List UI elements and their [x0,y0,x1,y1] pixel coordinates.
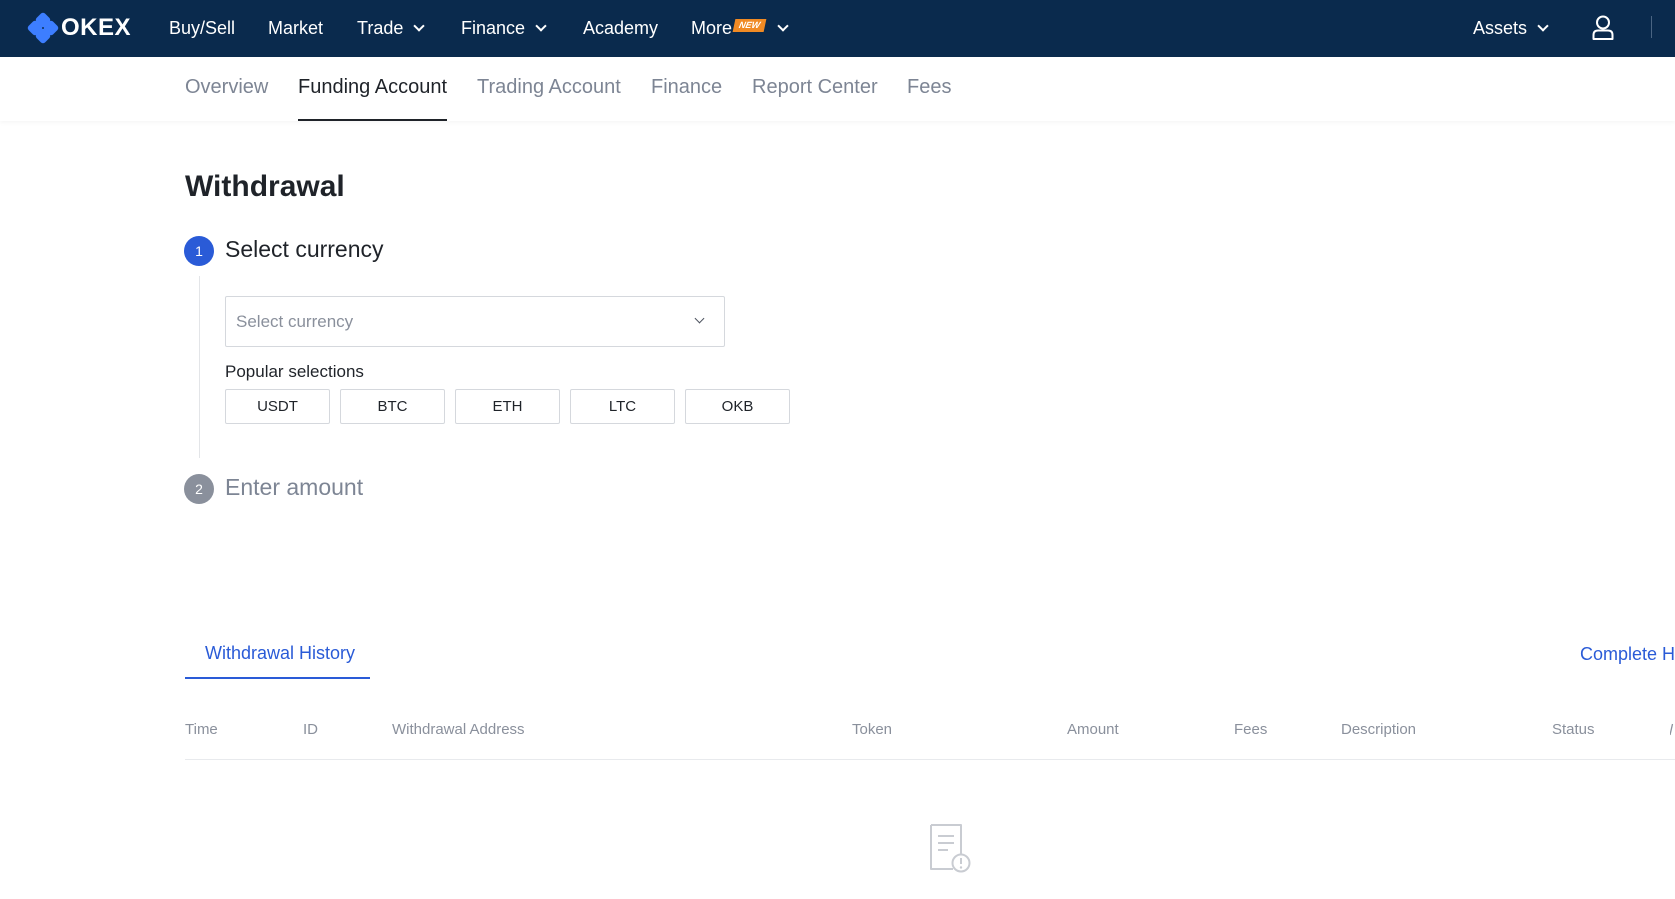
column-header-time: Time [185,721,218,738]
page-title: Withdrawal [185,170,345,203]
tab-report-center[interactable]: Report Center [752,76,878,99]
step-connector-line [199,276,200,458]
currency-select[interactable]: Select currency [225,296,725,347]
complete-history-link[interactable]: Complete Hi [1580,644,1675,665]
step-1-title: Select currency [225,236,384,262]
column-header-truncated [1670,723,1674,736]
currency-select-placeholder: Select currency [236,311,354,331]
tab-finance[interactable]: Finance [651,76,722,99]
currency-chip-eth[interactable]: ETH [455,389,560,424]
table-header-divider [185,759,1675,760]
column-header-withdrawal-address: Withdrawal Address [392,721,525,738]
nav-finance[interactable]: Finance [461,17,547,39]
column-header-token: Token [852,721,893,738]
okex-logo-icon [26,11,60,45]
nav-academy[interactable]: Academy [583,17,658,39]
currency-chip-btc[interactable]: BTC [340,389,445,424]
tab-trading-account[interactable]: Trading Account [477,76,621,99]
history-tab-indicator [185,677,370,679]
account-subnav: Overview Funding Account Trading Account… [0,57,1675,121]
chevron-down-icon [413,19,426,32]
step-2-indicator: 2 [184,474,214,504]
nav-assets[interactable]: Assets [1473,17,1549,39]
chevron-down-icon [1537,19,1549,32]
column-header-fees: Fees [1234,721,1268,738]
nav-finance-label: Finance [461,17,526,38]
tab-withdrawal-history[interactable]: Withdrawal History [205,643,355,664]
chevron-down-icon [535,19,547,32]
step-2-title: Enter amount [225,474,364,500]
chevron-down-icon [777,19,789,32]
nav-buy-sell[interactable]: Buy/Sell [169,17,235,39]
logo-text: OKEX [61,14,132,41]
top-navigation-bar: OKEX Buy/Sell Market Trade Finance Acade… [0,0,1675,57]
nav-buy-sell-label: Buy/Sell [169,17,236,38]
tab-fees[interactable]: Fees [907,76,951,99]
empty-document-icon [930,824,971,873]
nav-assets-label: Assets [1473,17,1528,38]
nav-more-label: More [691,17,733,38]
column-header-description: Description [1341,721,1417,738]
popular-selections-label: Popular selections [225,362,364,381]
currency-chip-okb[interactable]: OKB [685,389,790,424]
nav-market-label: Market [268,17,324,38]
new-badge: NEW [732,18,767,32]
column-header-amount: Amount [1067,721,1119,738]
tab-funding-account[interactable]: Funding Account [298,76,447,99]
okex-logo[interactable]: OKEX [26,11,132,45]
currency-chip-ltc[interactable]: LTC [570,389,675,424]
active-tab-indicator [298,119,447,121]
nav-market[interactable]: Market [268,17,323,39]
column-header-id: ID [303,721,318,738]
currency-chip-usdt[interactable]: USDT [225,389,330,424]
user-icon[interactable] [1592,15,1614,40]
column-header-status: Status [1552,721,1595,738]
nav-academy-label: Academy [583,17,659,38]
nav-trade[interactable]: Trade [357,17,426,39]
nav-more[interactable]: More NEW [691,17,789,39]
tab-overview[interactable]: Overview [185,76,268,99]
chevron-down-icon [694,313,705,324]
nav-trade-label: Trade [357,17,404,38]
step-1-indicator: 1 [184,236,214,266]
topbar-divider [1651,16,1652,38]
